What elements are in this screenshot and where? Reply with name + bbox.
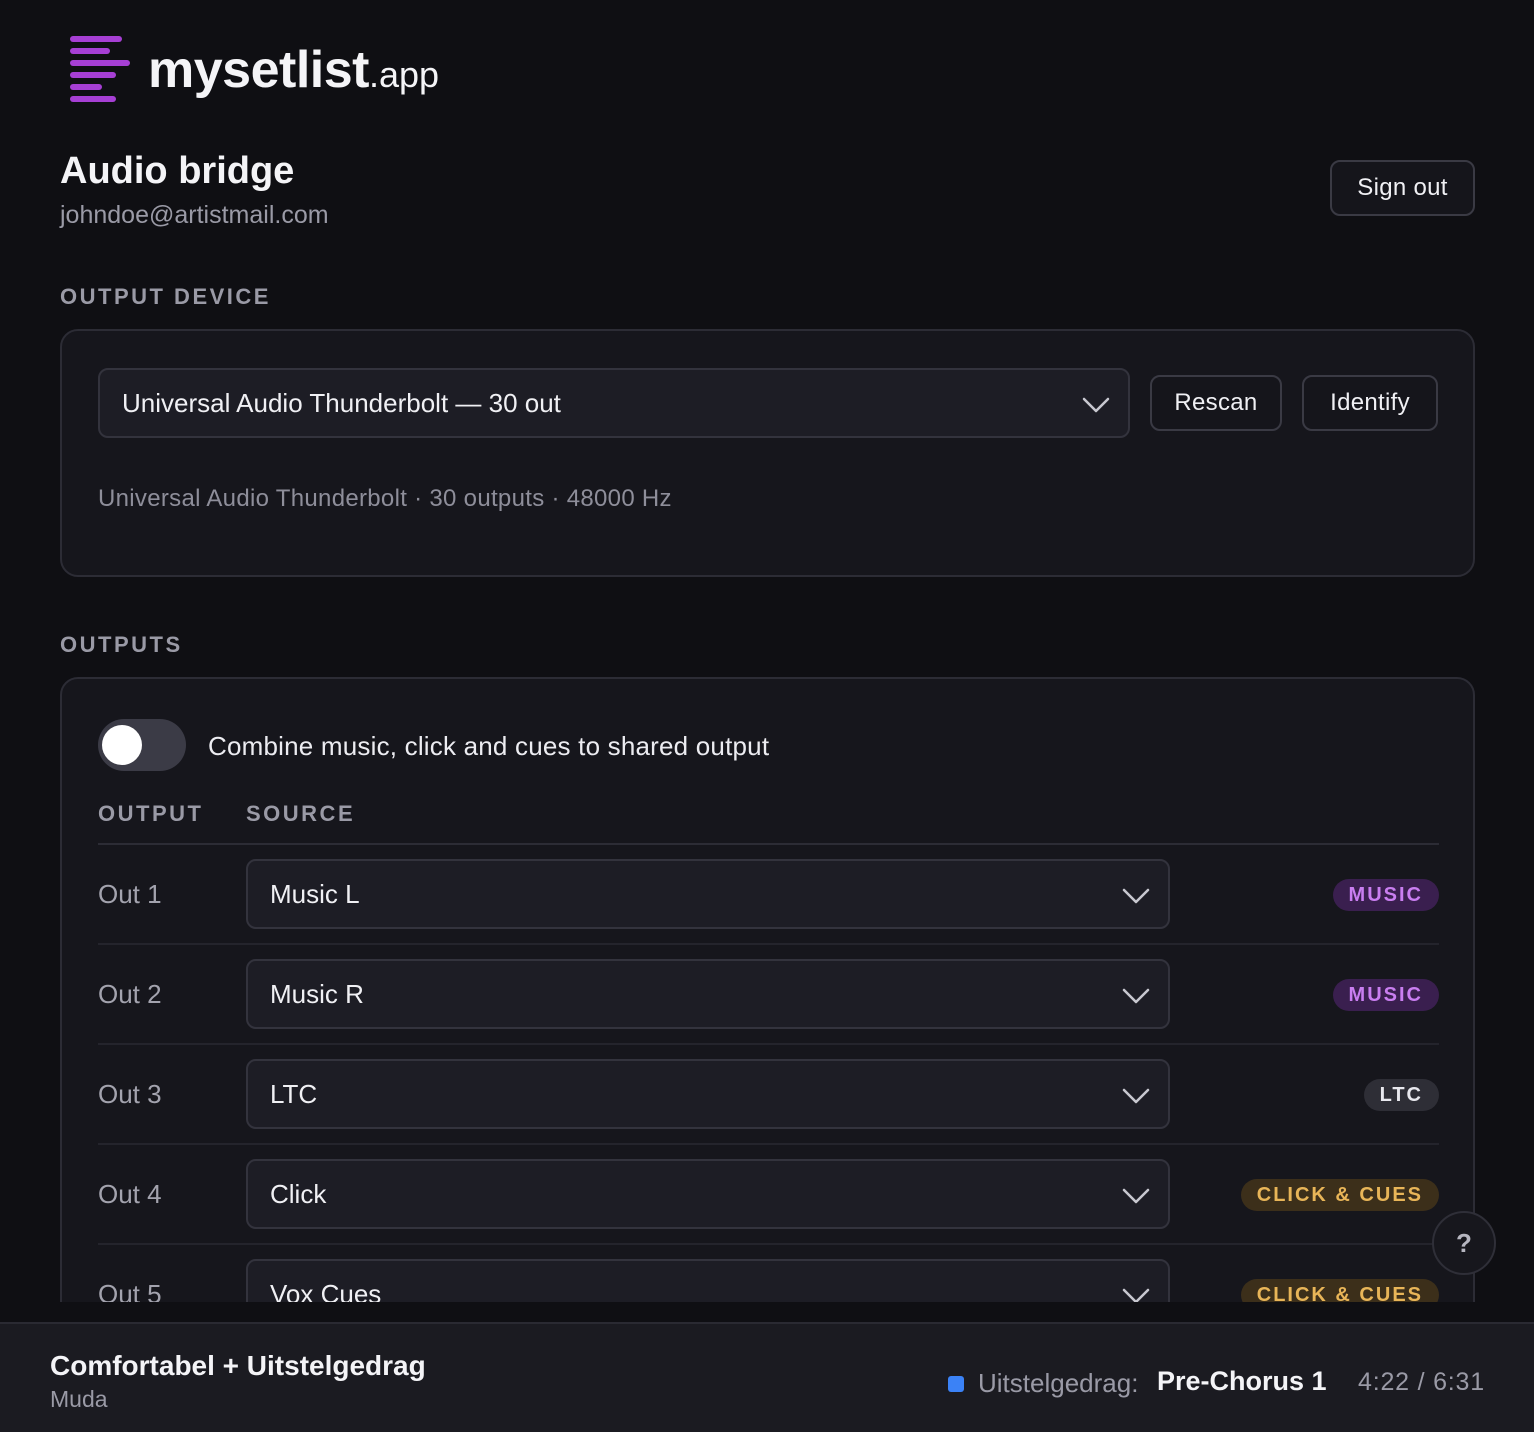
outputs-card: Combine music, click and cues to shared …: [60, 677, 1475, 1377]
source-select-value: Music R: [270, 978, 364, 1009]
logo-mark-icon: [70, 34, 132, 106]
output-row: Out 3 LTC LTC: [98, 1045, 1439, 1145]
now-playing-title: Comfortabel + Uitstelgedrag: [50, 1350, 426, 1381]
chevron-down-icon: [1122, 887, 1150, 905]
column-header-output: OUTPUT: [98, 801, 204, 826]
toggle-knob: [102, 725, 142, 765]
identify-button[interactable]: Identify: [1302, 375, 1438, 431]
source-select-value: LTC: [270, 1078, 318, 1109]
output-label: Out 4: [98, 1179, 162, 1209]
combine-outputs-toggle[interactable]: [98, 719, 186, 771]
chevron-down-icon: [1122, 1187, 1150, 1205]
chevron-down-icon: [1122, 1087, 1150, 1105]
page-title: Audio bridge: [60, 150, 295, 192]
rescan-button[interactable]: Rescan: [1150, 375, 1282, 431]
output-row: Out 4 Click CLICK & CUES: [98, 1145, 1439, 1245]
now-playing-section: Pre-Chorus 1: [1157, 1366, 1327, 1396]
brand-name: mysetlist.app: [148, 41, 440, 99]
combine-outputs-label: Combine music, click and cues to shared …: [208, 731, 770, 761]
help-button[interactable]: ?: [1432, 1211, 1496, 1275]
sign-out-button[interactable]: Sign out: [1330, 160, 1475, 216]
source-select[interactable]: Music L: [246, 859, 1170, 929]
output-device-section-label: OUTPUT DEVICE: [60, 284, 271, 309]
outputs-section-label: OUTPUTS: [60, 632, 183, 657]
column-header-source: SOURCE: [246, 801, 356, 826]
source-select-value: Music L: [270, 878, 360, 909]
source-select-value: Click: [270, 1178, 327, 1209]
now-playing-artist: Muda: [50, 1386, 108, 1412]
output-label: Out 2: [98, 979, 162, 1009]
output-device-card: Universal Audio Thunderbolt — 30 out Res…: [60, 329, 1475, 577]
source-type-badge: LTC: [1363, 1079, 1439, 1111]
now-playing-panel: Comfortabel + Uitstelgedrag Muda Uitstel…: [0, 1322, 1534, 1432]
output-row: Out 2 Music R MUSIC: [98, 945, 1439, 1045]
output-device-select[interactable]: Universal Audio Thunderbolt — 30 out: [98, 368, 1130, 438]
output-label: Out 1: [98, 879, 162, 909]
chevron-down-icon: [1082, 396, 1110, 414]
now-playing-song: Uitstelgedrag:: [978, 1368, 1139, 1398]
now-playing-time: 4:22 / 6:31: [1358, 1368, 1485, 1396]
source-select[interactable]: Music R: [246, 959, 1170, 1029]
chevron-down-icon: [1122, 987, 1150, 1005]
now-playing-bar: Comfortabel + Uitstelgedrag Muda Uitstel…: [0, 1302, 1534, 1432]
section-marker-icon: [948, 1376, 964, 1392]
output-row: Out 1 Music L MUSIC: [98, 845, 1439, 945]
source-type-badge: CLICK & CUES: [1240, 1179, 1439, 1211]
user-email: johndoe@artistmail.com: [60, 201, 329, 229]
source-type-badge: MUSIC: [1332, 979, 1439, 1011]
device-info: Universal Audio Thunderbolt · 30 outputs…: [98, 485, 672, 512]
brand-logo: mysetlist.app: [70, 34, 439, 106]
source-select[interactable]: LTC: [246, 1059, 1170, 1129]
output-device-select-value: Universal Audio Thunderbolt — 30 out: [122, 387, 561, 418]
source-select[interactable]: Click: [246, 1159, 1170, 1229]
output-label: Out 3: [98, 1079, 162, 1109]
source-type-badge: MUSIC: [1332, 879, 1439, 911]
